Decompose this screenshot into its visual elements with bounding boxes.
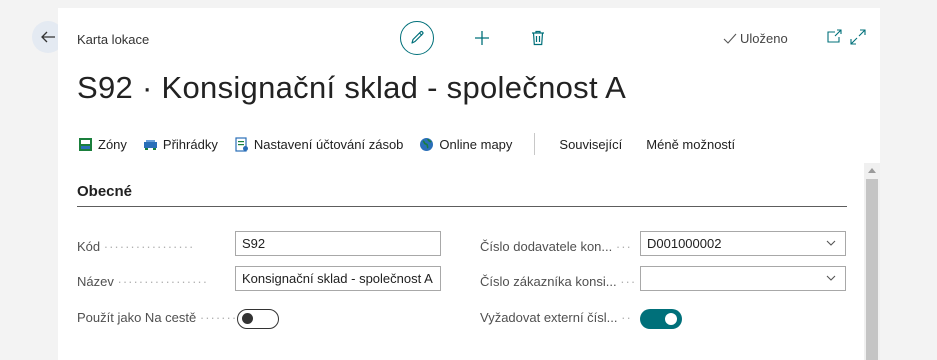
bins-action[interactable]: Přihrádky [135,132,226,156]
fewer-options-button[interactable]: Méně možností [634,132,747,156]
vendor-no-label-text: Číslo dodavatele kon... [480,239,613,254]
require-external-toggle[interactable] [640,309,682,329]
require-external-field-label: Vyžadovat externí čísl... ·· [480,310,640,325]
toggle-knob [665,313,677,325]
section-divider [77,206,847,207]
location-card: Karta lokace Uloženo S92 · Konsignační s… [58,8,880,360]
settings-document-icon [235,136,248,152]
fewer-options-label: Méně možností [646,136,736,152]
inventory-posting-setup-label: Nastavení účtování zásob [253,136,404,152]
zones-icon [79,137,92,151]
pencil-icon [411,31,424,44]
chevron-down-icon [826,275,836,281]
section-title[interactable]: Obecné [77,183,132,200]
use-as-in-transit-field-label: Použít jako Na cestě ······· [77,310,235,325]
plus-icon [475,31,489,45]
edit-button[interactable] [400,21,434,55]
online-maps-label: Online mapy [439,136,513,152]
related-menu-label: Související [559,136,623,152]
name-label-text: Název [77,274,114,289]
new-button[interactable] [468,24,496,52]
page-title: S92 · Konsignační sklad - společnost A [77,70,627,105]
customer-no-label-text: Číslo zákazníka konsi... [480,274,617,289]
related-menu[interactable]: Související [547,132,634,156]
code-label-text: Kód [77,239,101,254]
code-input[interactable]: S92 [235,231,441,256]
name-field-label: Název ················· [77,274,235,289]
saved-status: Uloženo [723,31,788,46]
open-new-window-button[interactable] [824,27,844,47]
trash-icon [532,30,544,46]
use-as-in-transit-label-text: Použít jako Na cestě [77,310,197,325]
vendor-no-select[interactable]: D001000002 [640,231,846,256]
page-kind-label: Karta lokace [77,32,150,47]
zones-action-label: Zóny [98,136,127,152]
expand-icon [850,29,866,45]
require-external-label-text: Vyžadovat externí čísl... [480,310,618,325]
label-dots: ·· [621,310,632,325]
bins-icon [143,139,157,150]
use-as-in-transit-toggle[interactable] [237,309,279,329]
globe-icon [420,137,434,151]
action-bar-separator [534,133,536,155]
zones-action[interactable]: Zóny [70,132,135,156]
card-header: Karta lokace Uloženo [58,8,880,70]
delete-button[interactable] [524,24,552,52]
label-dots: ··· [620,274,637,289]
scrollbar-thumb[interactable] [866,179,878,360]
saved-status-text: Uloženo [740,31,788,46]
label-dots: ················· [117,274,209,289]
customer-no-select[interactable] [640,266,846,291]
toggle-knob [242,313,253,324]
bins-action-label: Přihrádky [162,136,218,152]
action-bar: Zóny Přihrádky Nastavení účtování zásob [70,132,747,156]
code-field-label: Kód ················· [77,239,235,254]
expand-button[interactable] [848,27,868,47]
vendor-no-value: D001000002 [647,236,722,251]
inventory-posting-setup-action[interactable]: Nastavení účtování zásob [226,132,412,156]
customer-no-field-label: Číslo zákazníka konsi... ··· [480,274,640,289]
open-in-new-window-icon [827,29,842,43]
online-maps-action[interactable]: Online mapy [411,132,520,156]
name-input[interactable]: Konsignační sklad - společnost A [235,266,441,291]
label-dots: ······· [199,310,235,325]
label-dots: ··· [615,239,632,254]
vertical-scrollbar[interactable] [864,163,880,360]
chevron-down-icon [826,240,836,246]
scroll-up-arrow-icon[interactable] [868,168,876,173]
arrow-left-icon [41,31,55,43]
label-dots: ················· [103,239,195,254]
checkmark-icon [723,33,737,44]
vendor-no-field-label: Číslo dodavatele kon... ··· [480,239,640,254]
